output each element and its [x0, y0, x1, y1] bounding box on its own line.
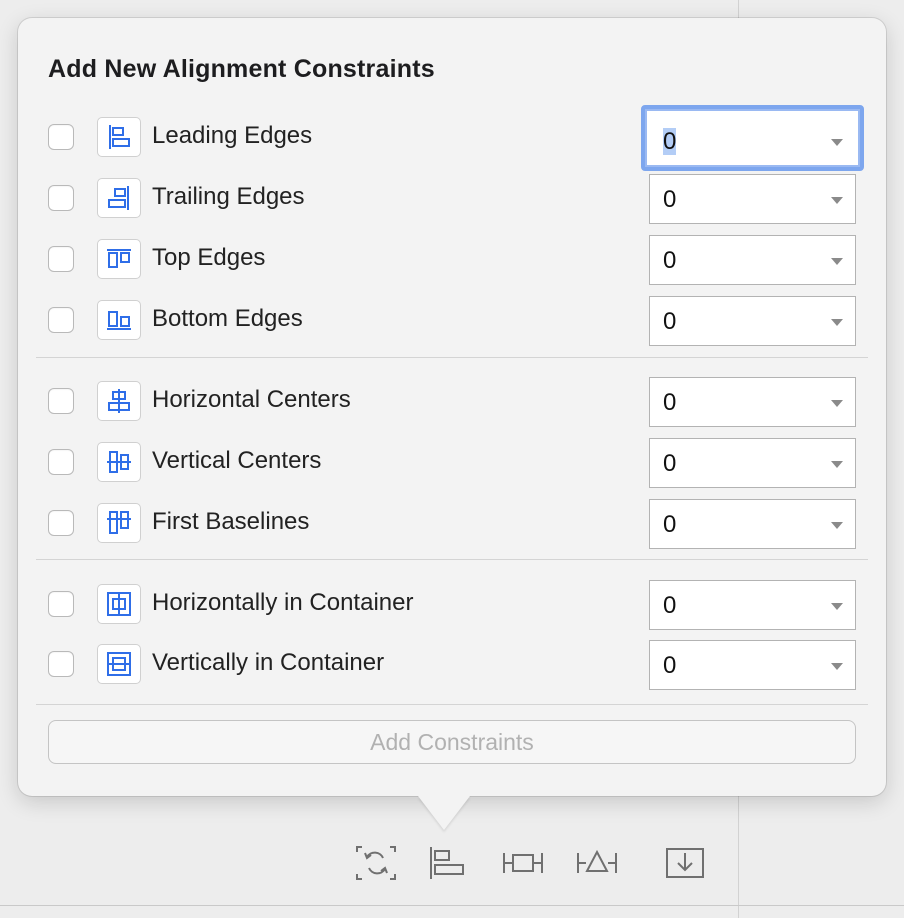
- constraint-row-top-edges: Top Edges 0: [0, 232, 904, 288]
- chevron-down-icon[interactable]: [831, 522, 843, 529]
- constraint-row-horizontally-in-container: Horizontally in Container 0: [0, 577, 904, 633]
- top-edges-checkbox[interactable]: [48, 246, 74, 272]
- horizontally-in-container-value-combobox[interactable]: 0: [649, 580, 856, 630]
- constraint-row-bottom-edges: Bottom Edges 0: [0, 293, 904, 349]
- top-edges-icon: [97, 239, 141, 279]
- group-divider: [36, 357, 868, 358]
- popover-title: Add New Alignment Constraints: [48, 55, 435, 83]
- constraint-row-leading-edges: Leading Edges 0: [0, 105, 904, 171]
- horizontal-centers-value-combobox[interactable]: 0: [649, 377, 856, 427]
- bottom-edges-value: 0: [663, 308, 677, 335]
- first-baselines-label: First Baselines: [152, 508, 310, 535]
- vertical-centers-label: Vertical Centers: [152, 447, 322, 474]
- first-baselines-value: 0: [663, 511, 677, 538]
- vertically-in-container-label: Vertically in Container: [152, 649, 385, 676]
- chevron-down-icon[interactable]: [831, 603, 843, 610]
- top-edges-value-combobox[interactable]: 0: [649, 235, 856, 285]
- embed-in-icon[interactable]: [662, 843, 708, 888]
- vertically-in-container-value-combobox[interactable]: 0: [649, 640, 856, 690]
- resolve-issues-icon[interactable]: [574, 843, 620, 888]
- top-edges-label: Top Edges: [152, 244, 266, 271]
- constraint-row-horizontal-centers: Horizontal Centers 0: [0, 374, 904, 430]
- first-baselines-value-combobox[interactable]: 0: [649, 499, 856, 549]
- trailing-edges-label: Trailing Edges: [152, 183, 305, 210]
- chevron-down-icon[interactable]: [831, 258, 843, 265]
- first-baselines-checkbox[interactable]: [48, 510, 74, 536]
- chevron-down-icon[interactable]: [831, 139, 843, 146]
- chevron-down-icon[interactable]: [831, 663, 843, 670]
- constraint-row-trailing-edges: Trailing Edges 0: [0, 171, 904, 227]
- bottom-bar-divider: [0, 905, 904, 906]
- top-edges-value: 0: [663, 247, 677, 274]
- chevron-down-icon[interactable]: [831, 319, 843, 326]
- vertical-centers-value: 0: [663, 450, 677, 477]
- leading-edges-icon: [97, 117, 141, 157]
- horizontally-in-container-value: 0: [663, 592, 677, 619]
- leading-edges-value-combobox[interactable]: 0: [641, 105, 864, 171]
- vertical-centers-checkbox[interactable]: [48, 449, 74, 475]
- horizontal-centers-label: Horizontal Centers: [152, 386, 351, 413]
- vertically-in-container-icon: [97, 644, 141, 684]
- chevron-down-icon[interactable]: [831, 461, 843, 468]
- add-constraints-icon[interactable]: [500, 843, 546, 888]
- vertically-in-container-checkbox[interactable]: [48, 651, 74, 677]
- leading-edges-label: Leading Edges: [152, 122, 313, 149]
- first-baselines-icon: [97, 503, 141, 543]
- horizontally-in-container-icon: [97, 584, 141, 624]
- bottom-edges-icon: [97, 300, 141, 340]
- chevron-down-icon[interactable]: [831, 197, 843, 204]
- popover-arrow: [418, 796, 470, 830]
- vertical-centers-icon: [97, 442, 141, 482]
- group-divider: [36, 559, 868, 560]
- trailing-edges-icon: [97, 178, 141, 218]
- constraint-row-vertical-centers: Vertical Centers 0: [0, 435, 904, 491]
- trailing-edges-value-combobox[interactable]: 0: [649, 174, 856, 224]
- align-icon[interactable]: [425, 843, 471, 888]
- leading-edges-checkbox[interactable]: [48, 124, 74, 150]
- bottom-edges-checkbox[interactable]: [48, 307, 74, 333]
- chevron-down-icon[interactable]: [831, 400, 843, 407]
- trailing-edges-value: 0: [663, 186, 677, 213]
- constraint-row-first-baselines: First Baselines 0: [0, 496, 904, 552]
- horizontal-centers-checkbox[interactable]: [48, 388, 74, 414]
- horizontal-centers-icon: [97, 381, 141, 421]
- leading-edges-value: 0: [663, 128, 677, 155]
- bottom-edges-label: Bottom Edges: [152, 305, 303, 332]
- vertically-in-container-value: 0: [663, 652, 677, 679]
- constraint-row-vertically-in-container: Vertically in Container 0: [0, 637, 904, 693]
- vertical-centers-value-combobox[interactable]: 0: [649, 438, 856, 488]
- update-frames-icon[interactable]: [353, 843, 399, 888]
- horizontally-in-container-checkbox[interactable]: [48, 591, 74, 617]
- horizontally-in-container-label: Horizontally in Container: [152, 589, 414, 616]
- trailing-edges-checkbox[interactable]: [48, 185, 74, 211]
- bottom-edges-value-combobox[interactable]: 0: [649, 296, 856, 346]
- group-divider: [36, 704, 868, 705]
- add-constraints-button[interactable]: Add Constraints: [48, 720, 856, 764]
- horizontal-centers-value: 0: [663, 389, 677, 416]
